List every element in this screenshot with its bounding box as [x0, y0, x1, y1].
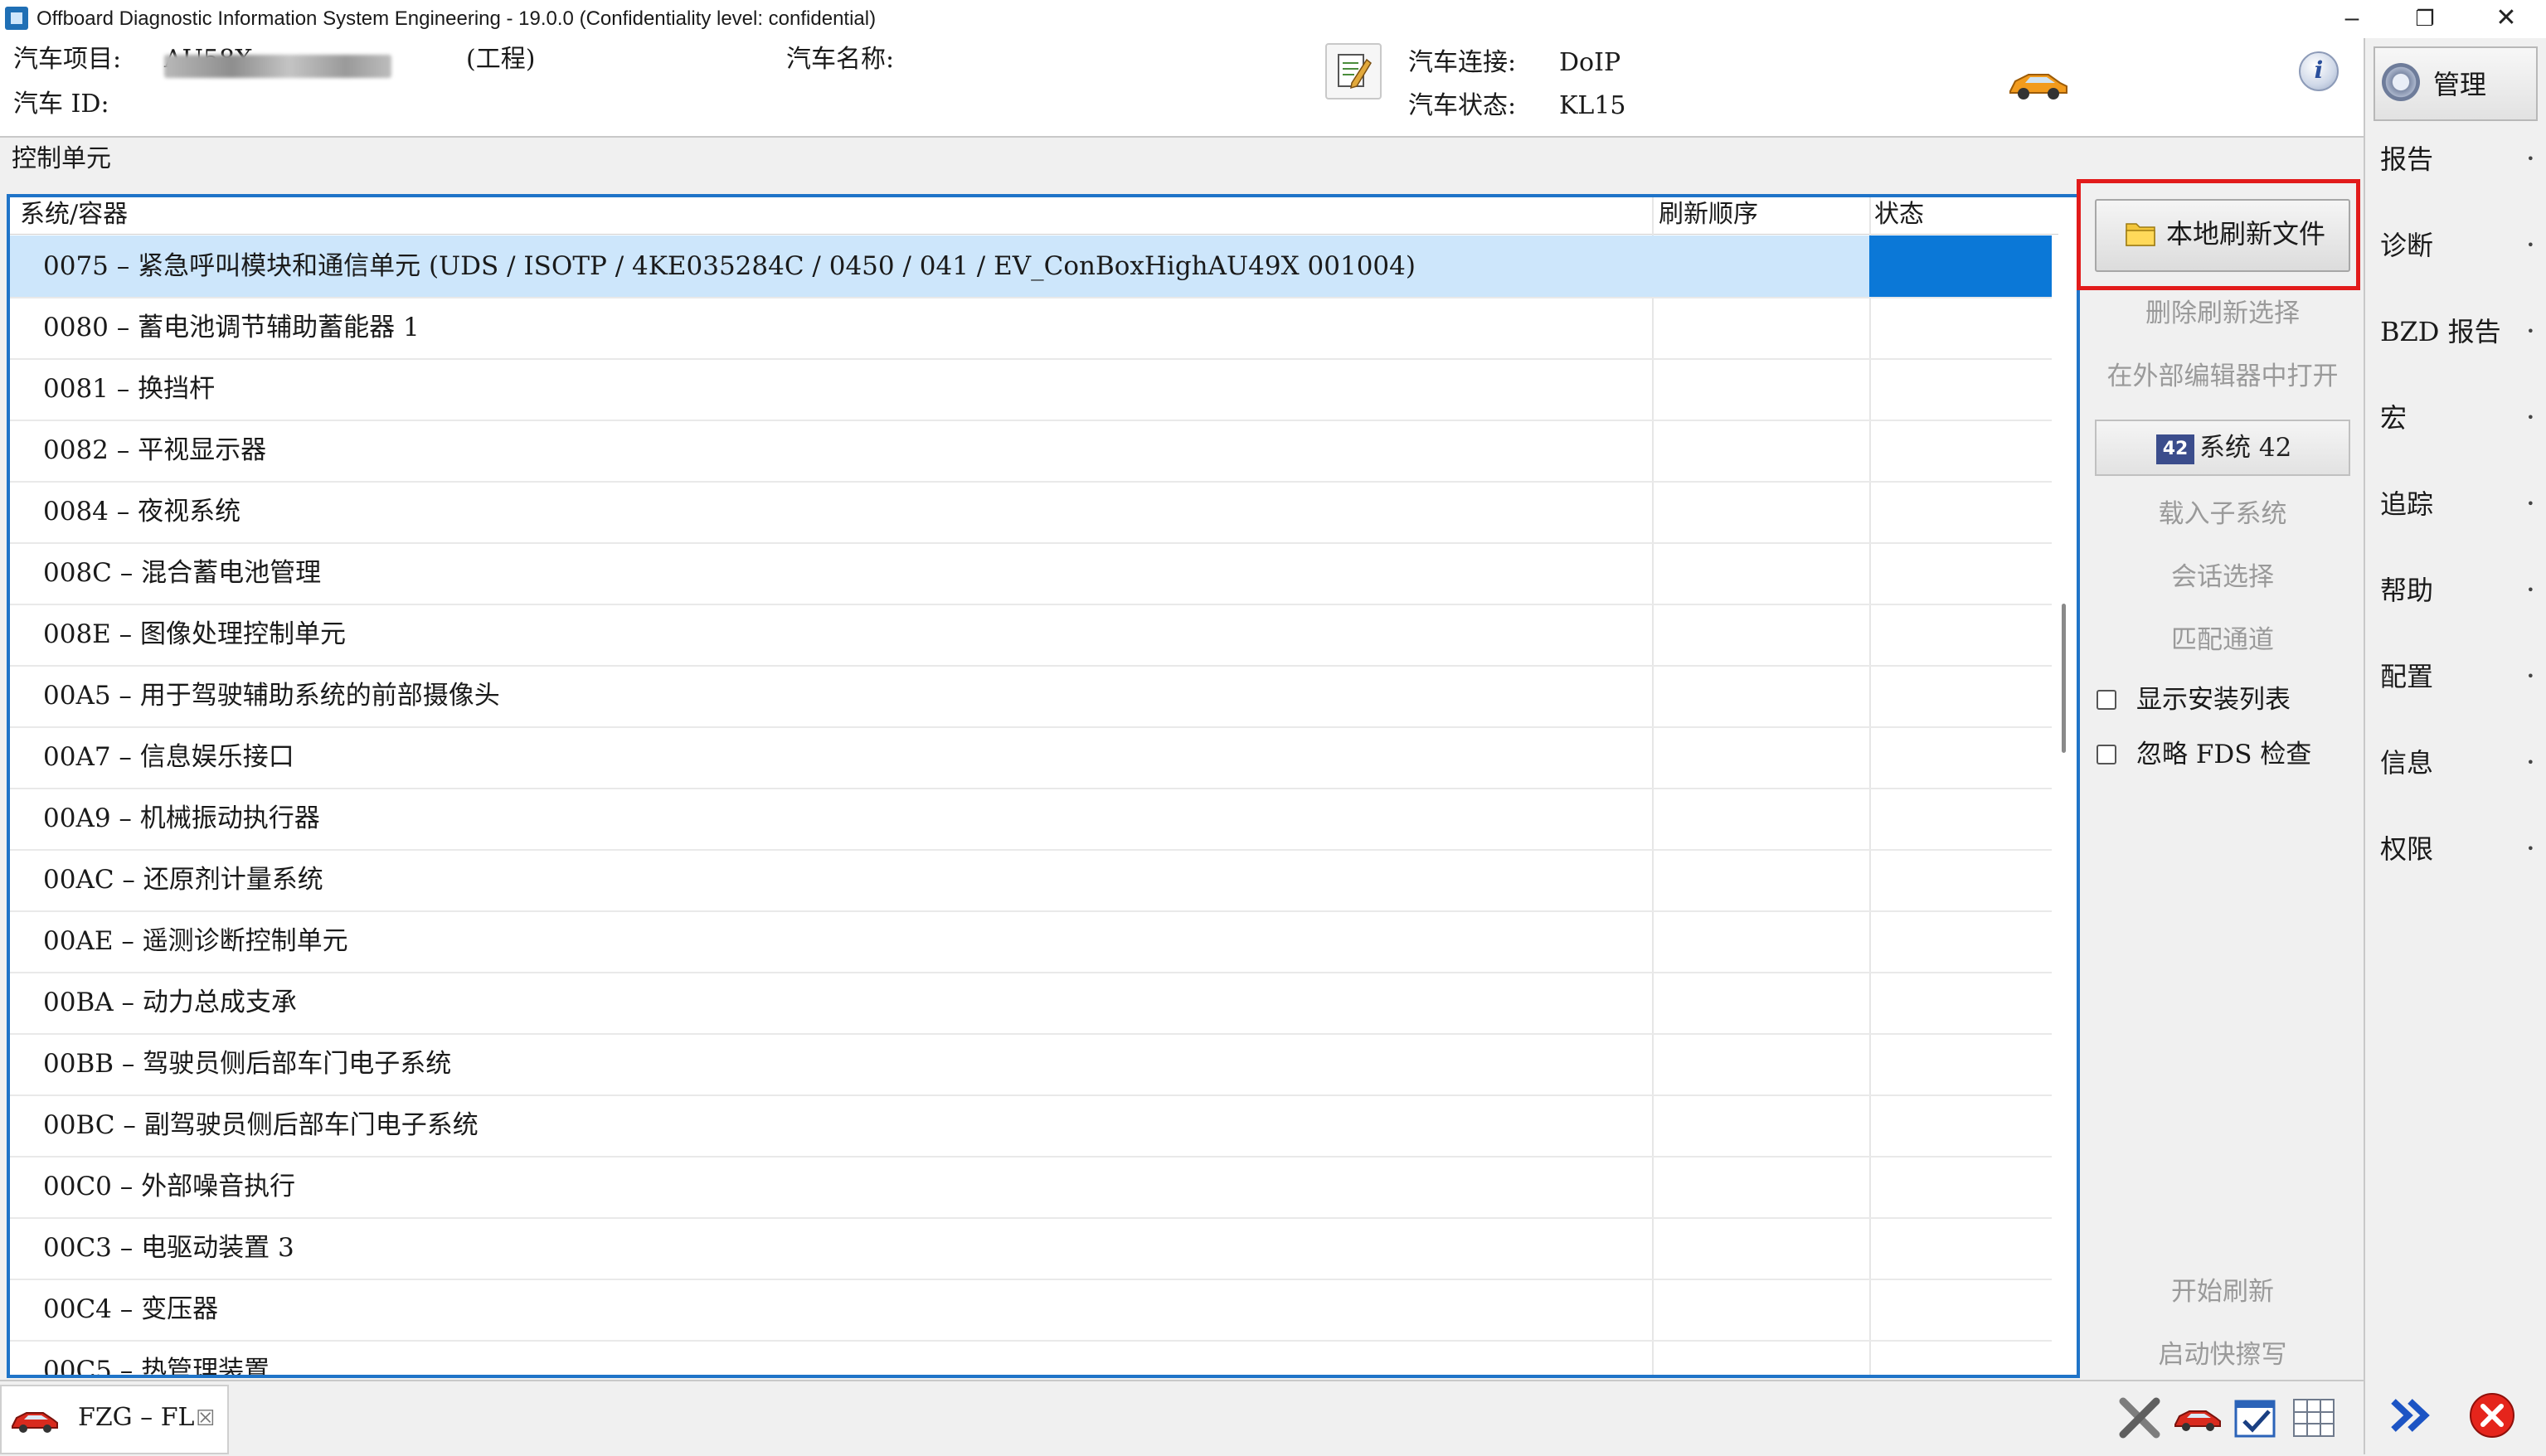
car-icon — [2007, 66, 2070, 103]
ignore-fds-check-checkbox[interactable] — [2097, 745, 2116, 764]
table-row[interactable]: 00A7 – 信息娱乐接口 — [10, 726, 2052, 789]
menu-help[interactable]: 帮助 • — [2380, 565, 2534, 615]
menu-info[interactable]: 信息 • — [2380, 738, 2534, 788]
engineering-tag: (工程) — [466, 45, 536, 74]
close-icon[interactable]: ☒ — [196, 1403, 215, 1433]
table-row[interactable]: 008C – 混合蓄电池管理 — [10, 542, 2052, 605]
folder-icon — [2125, 219, 2156, 247]
forward-icon[interactable] — [2385, 1390, 2437, 1441]
show-install-list-checkbox[interactable] — [2097, 690, 2116, 710]
info-icon[interactable]: i — [2299, 51, 2339, 91]
chevron-down-icon: • — [2526, 151, 2534, 167]
maximize-button[interactable]: ❐ — [2388, 0, 2461, 38]
window-title: Offboard Diagnostic Information System E… — [36, 7, 877, 30]
column-system[interactable]: 系统/容器 — [20, 197, 128, 232]
table-row[interactable]: 0081 – 换挡杆 — [10, 358, 2052, 421]
vehicle-id-label: 汽车 ID: — [13, 90, 109, 119]
load-subsystem-button[interactable]: 载入子系统 — [2095, 488, 2350, 541]
connection-label: 汽车连接: — [1408, 48, 1517, 77]
session-selection-button[interactable]: 会话选择 — [2095, 551, 2350, 604]
table-row[interactable]: 00A9 – 机械振动执行器 — [10, 788, 2052, 851]
table-row[interactable]: 00A5 – 用于驾驶辅助系统的前部摄像头 — [10, 665, 2052, 728]
car-small-icon[interactable] — [2173, 1393, 2223, 1443]
project-label: 汽车项目: — [13, 45, 122, 74]
vehicle-status-value: KL15 — [1559, 91, 1626, 120]
scrollbar-thumb[interactable] — [2062, 604, 2066, 753]
edit-icon[interactable] — [1325, 43, 1382, 99]
connection-value: DoIP — [1559, 48, 1621, 77]
start-quick-erase-button[interactable]: 启动快擦写 — [2095, 1328, 2350, 1381]
chevron-down-icon: • — [2526, 323, 2534, 339]
tab-label: FZG – FL — [78, 1403, 195, 1432]
table-row[interactable]: 0082 – 平视显示器 — [10, 420, 2052, 483]
grid-icon[interactable] — [2289, 1393, 2339, 1443]
table-row[interactable]: 00BC – 副驾驶员侧后部车门电子系统 — [10, 1094, 2052, 1158]
table-row[interactable]: 00AC – 还原剂计量系统 — [10, 849, 2052, 912]
checklist-icon[interactable] — [2231, 1393, 2281, 1443]
chevron-down-icon: • — [2526, 582, 2534, 598]
chevron-down-icon: • — [2526, 410, 2534, 425]
match-channel-button[interactable]: 匹配通道 — [2095, 614, 2350, 667]
show-install-list-label: 显示安装列表 — [2136, 685, 2291, 715]
table-row[interactable]: 0080 – 蓄电池调节辅助蓄能器 1 — [10, 297, 2052, 360]
chevron-down-icon: • — [2526, 237, 2534, 253]
status-cell — [1869, 235, 2052, 297]
menu-macro[interactable]: 宏 • — [2380, 393, 2534, 443]
car-small-icon — [10, 1403, 60, 1436]
vehicle-name-label: 汽车名称: — [786, 45, 895, 74]
minimize-button[interactable]: – — [2315, 0, 2388, 38]
bottom-bar — [0, 1380, 2364, 1456]
tools-icon[interactable] — [2115, 1393, 2165, 1443]
table-row[interactable]: 00C0 – 外部噪音执行 — [10, 1156, 2052, 1219]
app-icon — [5, 7, 28, 30]
menu-config[interactable]: 配置 • — [2380, 652, 2534, 701]
vehicle-status-label: 汽车状态: — [1408, 91, 1517, 120]
manage-label: 管理 — [2433, 69, 2487, 100]
table-row[interactable]: 00C4 – 变压器 — [10, 1279, 2052, 1342]
menu-report[interactable]: 报告 • — [2380, 134, 2534, 184]
table-row[interactable]: 00BA – 动力总成支承 — [10, 972, 2052, 1035]
open-external-editor-button[interactable]: 在外部编辑器中打开 — [2095, 350, 2350, 403]
menu-trace[interactable]: 追踪 • — [2380, 479, 2534, 529]
close-window-button[interactable]: ✕ — [2470, 0, 2543, 38]
chevron-down-icon: • — [2526, 841, 2534, 857]
exit-icon[interactable] — [2466, 1390, 2518, 1441]
table-header: 系统/容器 刷新顺序 状态 — [10, 197, 2058, 235]
chevron-down-icon: • — [2526, 668, 2534, 684]
control-unit-table: 系统/容器 刷新顺序 状态 0075 – 紧急呼叫模块和通信单元 (UDS / … — [7, 194, 2080, 1378]
chevron-down-icon: • — [2526, 755, 2534, 770]
chevron-down-icon: • — [2526, 496, 2534, 512]
column-status[interactable]: 状态 — [1874, 197, 1924, 232]
local-flash-file-label: 本地刷新文件 — [2166, 218, 2326, 250]
menu-diagnosis[interactable]: 诊断 • — [2380, 221, 2534, 270]
table-row[interactable]: 00BB – 驾驶员侧后部车门电子系统 — [10, 1033, 2052, 1096]
ignore-fds-check-label: 忽略 FDS 检查 — [2136, 740, 2312, 769]
menu-permissions[interactable]: 权限 • — [2380, 824, 2534, 874]
panel-title: 控制单元 — [12, 144, 111, 173]
menu-bzd-report[interactable]: BZD 报告 • — [2380, 307, 2534, 357]
table-row[interactable]: 008E – 图像处理控制单元 — [10, 604, 2052, 667]
table-row[interactable]: 00C3 – 电驱动装置 3 — [10, 1217, 2052, 1280]
system-icon: 42 — [2156, 434, 2194, 464]
gear-icon — [2382, 63, 2420, 101]
table-row-selected[interactable]: 0075 – 紧急呼叫模块和通信单元 (UDS / ISOTP / 4KE035… — [10, 235, 2052, 298]
column-flash-order[interactable]: 刷新顺序 — [1659, 197, 1758, 232]
start-flash-button[interactable]: 开始刷新 — [2095, 1265, 2350, 1318]
delete-flash-selection-button[interactable]: 删除刷新选择 — [2095, 287, 2350, 340]
table-row[interactable]: 0084 – 夜视系统 — [10, 481, 2052, 544]
system-42-label: 系统 42 — [2199, 433, 2292, 463]
vehicle-id-value-redacted — [164, 55, 391, 78]
table-row[interactable]: 00C5 – 热管理装置 — [10, 1340, 2052, 1375]
table-row[interactable]: 00AE – 遥测诊断控制单元 — [10, 910, 2052, 973]
